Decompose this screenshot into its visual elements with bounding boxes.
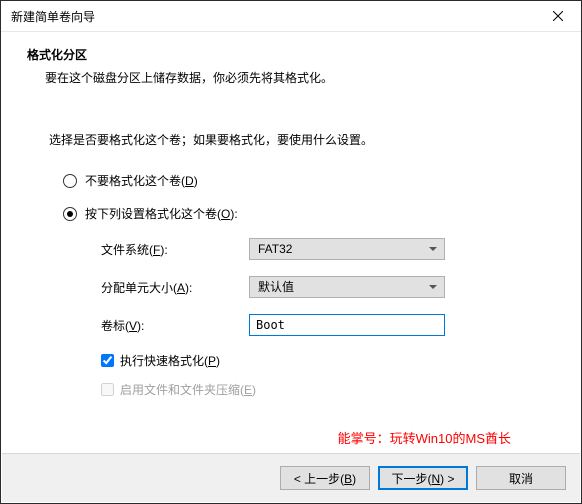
window-title: 新建简单卷向导 bbox=[11, 8, 535, 25]
prompt-text: 选择是否要格式化这个卷；如果要格式化，要使用什么设置。 bbox=[49, 131, 533, 148]
watermark-text: 能掌号：玩转Win10的MS酋长 bbox=[338, 428, 511, 447]
option-do-not-format[interactable]: 不要格式化这个卷(D) bbox=[63, 172, 533, 189]
radio-do-not-format[interactable] bbox=[63, 174, 77, 188]
cancel-button[interactable]: 取消 bbox=[476, 466, 566, 490]
header-description: 要在这个磁盘分区上储存数据，你必须先将其格式化。 bbox=[27, 69, 551, 86]
filesystem-select[interactable]: FAT32 bbox=[249, 238, 445, 260]
format-settings: 文件系统(F): FAT32 分配单元大小(A): 默认值 卷标(V): bbox=[101, 238, 533, 398]
option-do-not-format-label: 不要格式化这个卷(D) bbox=[85, 172, 198, 189]
wizard-body: 选择是否要格式化这个卷；如果要格式化，要使用什么设置。 不要格式化这个卷(D) … bbox=[1, 105, 581, 398]
enable-compression-label: 启用文件和文件夹压缩(E) bbox=[120, 381, 256, 398]
quick-format-checkbox[interactable] bbox=[101, 354, 114, 367]
back-button[interactable]: < 上一步(B) bbox=[280, 466, 370, 490]
wizard-header: 格式化分区 要在这个磁盘分区上储存数据，你必须先将其格式化。 bbox=[1, 32, 581, 105]
allocation-unit-select[interactable]: 默认值 bbox=[249, 276, 445, 298]
filesystem-label: 文件系统(F): bbox=[101, 241, 249, 258]
enable-compression-option: 启用文件和文件夹压缩(E) bbox=[101, 381, 533, 398]
next-button[interactable]: 下一步(N) > bbox=[378, 466, 468, 490]
close-icon bbox=[553, 11, 563, 21]
option-format[interactable]: 按下列设置格式化这个卷(O): bbox=[63, 205, 533, 222]
radio-format[interactable] bbox=[63, 207, 77, 221]
volume-label-label: 卷标(V): bbox=[101, 317, 249, 334]
quick-format-label: 执行快速格式化(P) bbox=[120, 352, 220, 369]
close-button[interactable] bbox=[535, 1, 581, 31]
enable-compression-checkbox bbox=[101, 383, 114, 396]
wizard-footer: < 上一步(B) 下一步(N) > 取消 bbox=[2, 453, 580, 502]
quick-format-option[interactable]: 执行快速格式化(P) bbox=[101, 352, 533, 369]
allocation-unit-label: 分配单元大小(A): bbox=[101, 279, 249, 296]
option-format-label: 按下列设置格式化这个卷(O): bbox=[85, 205, 238, 222]
header-title: 格式化分区 bbox=[27, 46, 551, 63]
volume-label-input[interactable] bbox=[249, 314, 445, 336]
title-bar: 新建简单卷向导 bbox=[1, 1, 581, 32]
